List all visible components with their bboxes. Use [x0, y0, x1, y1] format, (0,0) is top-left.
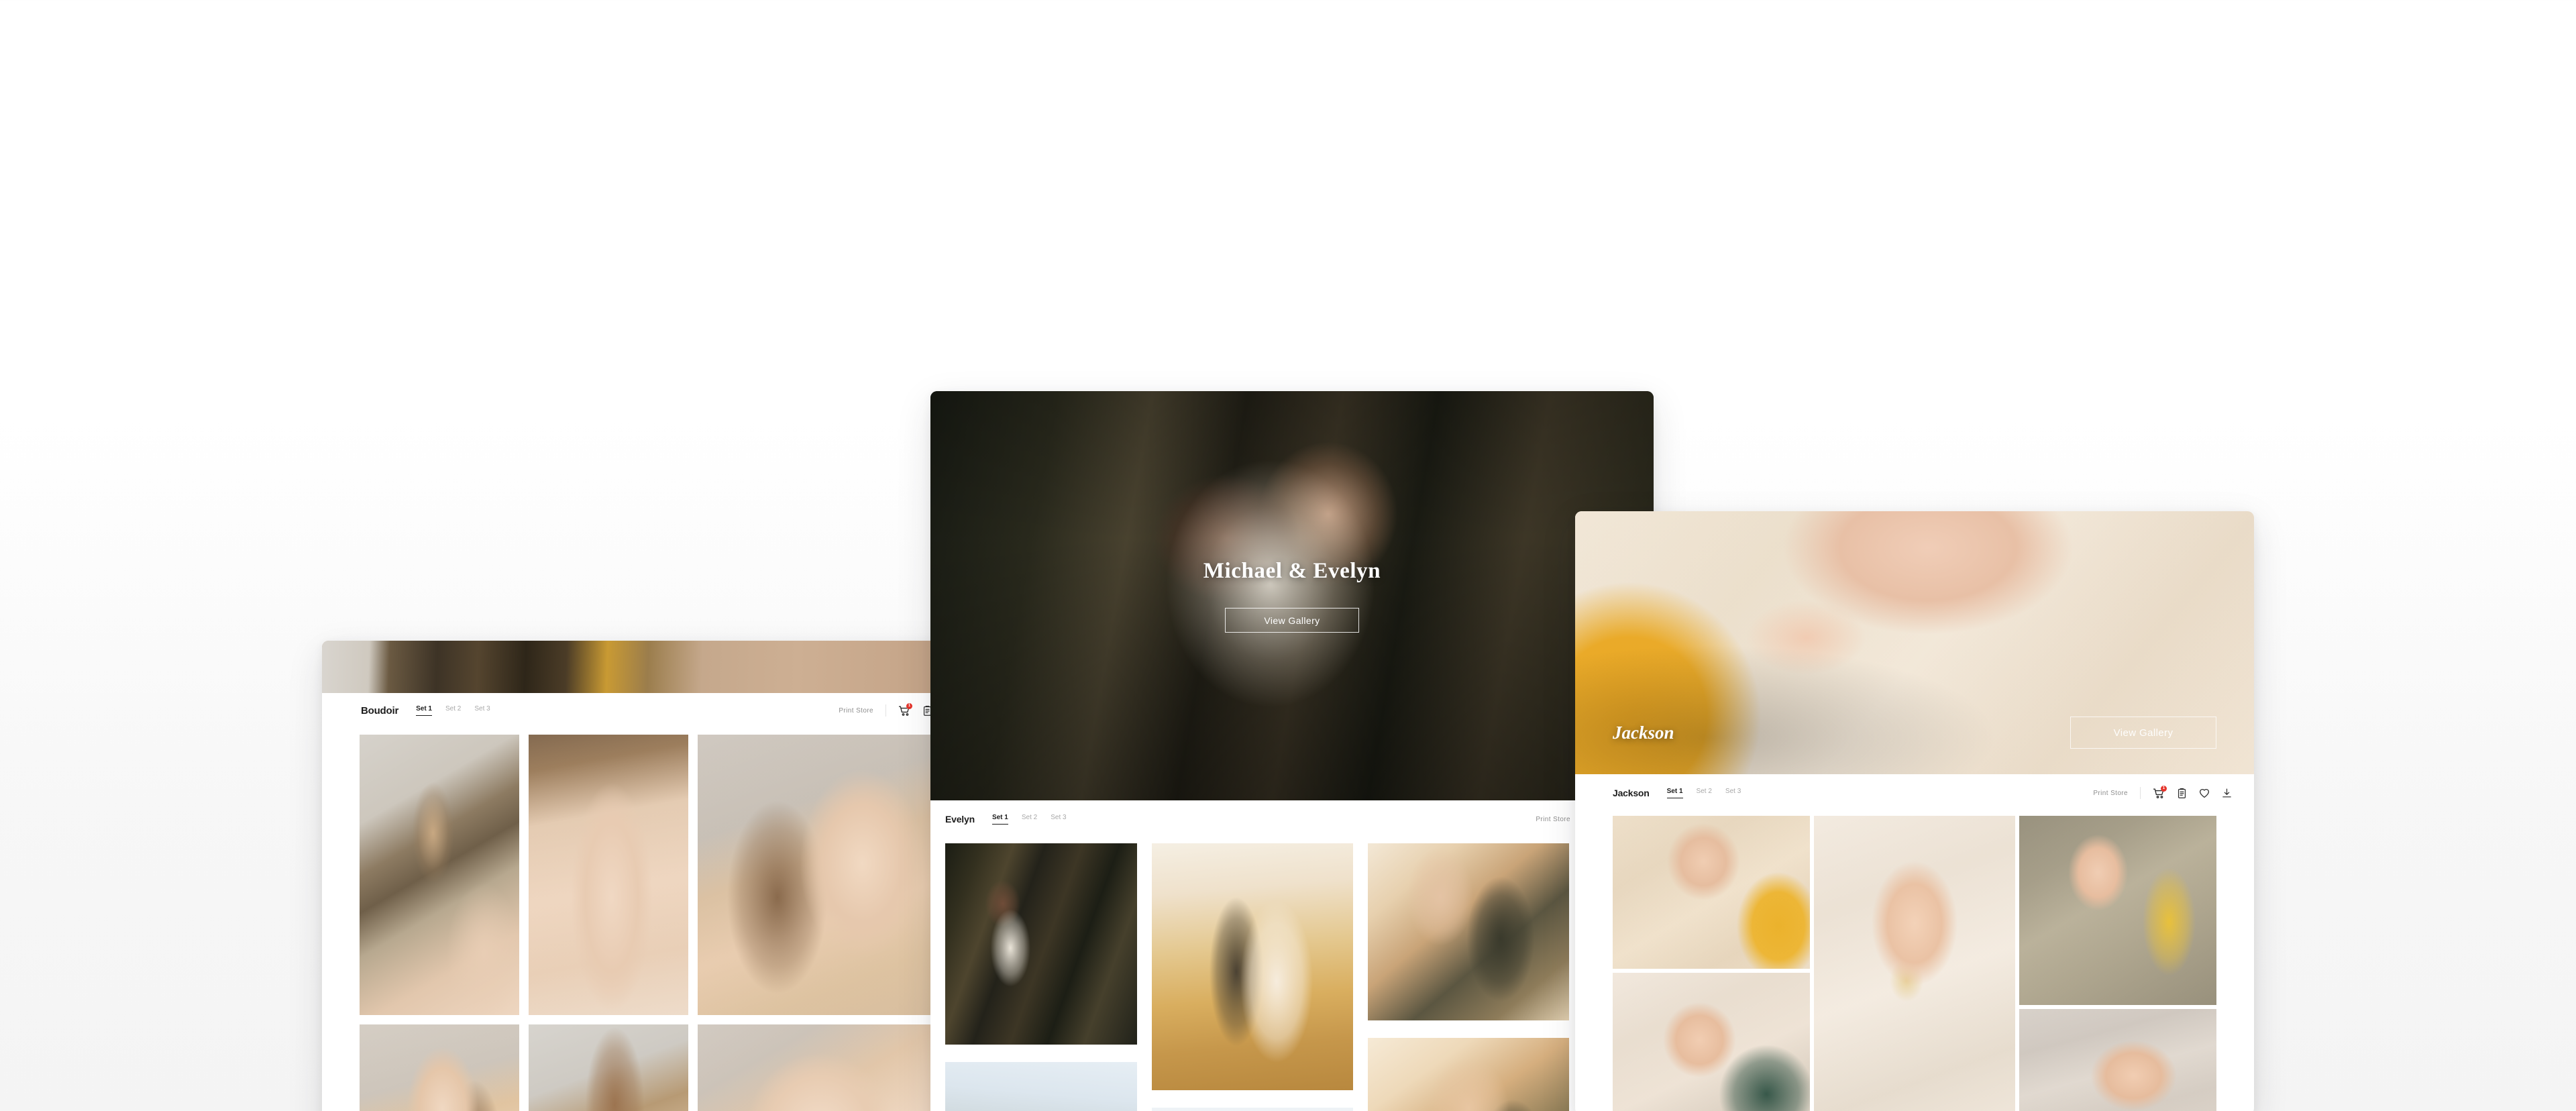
photo-tile[interactable]	[529, 1024, 688, 1111]
gallery-column	[1613, 816, 1810, 1111]
gallery-column	[1814, 816, 2015, 1111]
brand-label-evelyn: Evelyn	[945, 814, 975, 825]
photo-wedding-kiss-golden	[1368, 1038, 1569, 1111]
brand-label-boudoir: Boudoir	[361, 704, 399, 717]
photo-baby-pacifier-knit	[1814, 816, 2015, 1111]
gallery-window-jackson[interactable]: Jackson View Gallery Jackson Set 1 Set 2…	[1575, 511, 2254, 1111]
print-store-link-boudoir[interactable]: Print Store	[839, 707, 873, 715]
view-gallery-button[interactable]: View Gallery	[2070, 717, 2216, 749]
hero-boudoir	[322, 641, 1001, 693]
photo-wedding-couple-trees	[945, 843, 1137, 1045]
photo-baby-yellow-blanket	[1613, 816, 1810, 969]
gallery-window-boudoir[interactable]: Boudoir Set 1 Set 2 Set 3 Print Store 1	[322, 641, 1001, 1111]
photo-boudoir-portrait-knees	[698, 735, 963, 1015]
hero-content-jackson: Jackson View Gallery	[1575, 717, 2254, 774]
photo-tile[interactable]	[2019, 816, 2216, 1005]
photo-tile[interactable]	[1368, 843, 1569, 1020]
photo-boudoir-bare-back-strap	[529, 735, 688, 1015]
tab-set-2[interactable]: Set 2	[445, 705, 461, 716]
cart-badge-count: 1	[906, 702, 912, 709]
photo-baby-yawning	[2019, 1009, 2216, 1111]
photo-boudoir-long-hair-back	[529, 1024, 688, 1111]
photo-tile[interactable]	[2019, 1009, 2216, 1111]
print-store-link-jackson[interactable]: Print Store	[2093, 790, 2128, 797]
tab-list-boudoir: Set 1 Set 2 Set 3	[416, 705, 490, 716]
brand-label-jackson: Jackson	[1613, 788, 1650, 798]
gallery-column	[1152, 843, 1353, 1111]
photo-wedding-embrace-bouquet	[1368, 843, 1569, 1020]
gallery-column	[529, 735, 688, 1111]
photo-boudoir-profile-seated	[360, 1024, 519, 1111]
heart-icon[interactable]	[2198, 787, 2210, 799]
download-icon[interactable]	[2221, 788, 2233, 799]
gallery-grid-jackson	[1575, 812, 2254, 1111]
photo-tile[interactable]	[360, 1024, 519, 1111]
tab-list-evelyn: Set 1 Set 2 Set 3	[991, 814, 1067, 825]
photo-tile[interactable]	[1613, 973, 1810, 1111]
photo-wedding-walking-sunset	[1152, 843, 1353, 1090]
gallery-column	[698, 735, 963, 1111]
hero-photo-boudoir-mirror-detail	[322, 641, 1001, 693]
gallery-window-michael-evelyn[interactable]: Michael & Evelyn View Gallery Evelyn Set…	[930, 391, 1654, 1111]
hero-content-michael-evelyn: Michael & Evelyn View Gallery	[930, 391, 1654, 800]
gallery-column	[945, 843, 1137, 1111]
photo-tile[interactable]	[529, 735, 688, 1015]
hero-title: Michael & Evelyn	[1203, 559, 1381, 583]
photo-tile[interactable]	[360, 735, 519, 1015]
cart-icon[interactable]: 1	[2153, 785, 2167, 800]
tab-list-jackson: Set 1 Set 2 Set 3	[1666, 788, 1741, 798]
photo-boudoir-mirror-reflection	[360, 735, 519, 1015]
photo-boudoir-shoulder-hand	[698, 1024, 963, 1111]
toolbar-icons-jackson: 1	[2153, 785, 2233, 800]
tab-set-2[interactable]: Set 2	[1697, 788, 1712, 798]
view-gallery-button[interactable]: View Gallery	[1225, 608, 1359, 633]
photo-baby-bunny-toy	[2019, 816, 2216, 1005]
gallery-column	[360, 735, 519, 1111]
tab-set-3[interactable]: Set 3	[474, 705, 490, 716]
hero-title: Jackson	[1613, 722, 1674, 743]
gallery-grid-michael-evelyn	[930, 838, 1654, 1111]
photo-tile[interactable]	[1152, 843, 1353, 1090]
clipboard-icon[interactable]	[2176, 788, 2188, 799]
photo-wedding-dress-train	[1152, 1108, 1353, 1111]
gallery-grid-boudoir	[322, 728, 1001, 1111]
photo-tile[interactable]	[698, 735, 963, 1015]
tab-set-3[interactable]: Set 3	[1051, 814, 1066, 825]
toolbar-divider	[2140, 787, 2141, 799]
tab-set-1[interactable]: Set 1	[1666, 788, 1683, 798]
toolbar-michael-evelyn: Evelyn Set 1 Set 2 Set 3 Print Store 1	[930, 800, 1654, 838]
tab-set-1[interactable]: Set 1	[416, 705, 432, 716]
tab-set-2[interactable]: Set 2	[1022, 814, 1037, 825]
photo-tile[interactable]	[945, 843, 1137, 1045]
photo-tile[interactable]	[945, 1062, 1137, 1111]
cart-badge-count: 1	[2161, 785, 2167, 792]
toolbar-boudoir: Boudoir Set 1 Set 2 Set 3 Print Store 1	[322, 693, 1001, 728]
toolbar-divider	[885, 704, 886, 717]
photo-tile[interactable]	[1152, 1108, 1353, 1111]
photo-wedding-couple-powerlines	[945, 1062, 1137, 1111]
photo-baby-white-onesie	[1613, 973, 1810, 1111]
tab-set-1[interactable]: Set 1	[991, 814, 1008, 825]
hero-jackson: Jackson View Gallery	[1575, 511, 2254, 774]
print-store-link-evelyn[interactable]: Print Store	[1536, 816, 1570, 823]
photo-tile[interactable]	[1814, 816, 2015, 1111]
toolbar-jackson: Jackson Set 1 Set 2 Set 3 Print Store 1	[1575, 774, 2254, 812]
photo-tile[interactable]	[698, 1024, 963, 1111]
photo-tile[interactable]	[1368, 1038, 1569, 1111]
tab-set-3[interactable]: Set 3	[1725, 788, 1741, 798]
cart-icon[interactable]: 1	[898, 702, 912, 717]
gallery-column	[2019, 816, 2216, 1111]
photo-tile[interactable]	[1613, 816, 1810, 969]
gallery-column	[1368, 843, 1569, 1111]
hero-michael-evelyn: Michael & Evelyn View Gallery	[930, 391, 1654, 800]
